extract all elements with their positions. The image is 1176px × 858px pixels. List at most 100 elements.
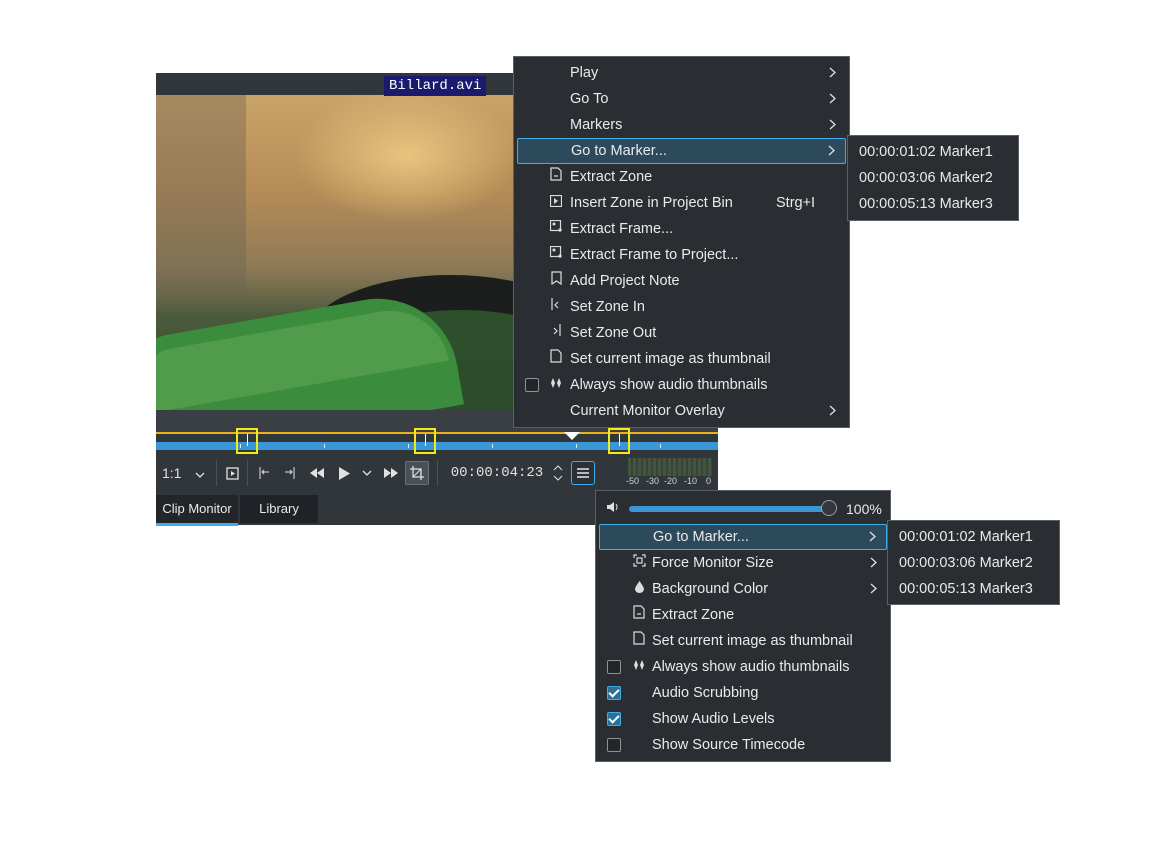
extract-zone-icon bbox=[548, 164, 564, 190]
audio-thumbnail-icon bbox=[631, 654, 647, 680]
checked-checkbox[interactable] bbox=[607, 686, 621, 700]
color-icon bbox=[631, 576, 647, 602]
crop-toggle-button[interactable] bbox=[405, 461, 429, 485]
zone-out-icon bbox=[285, 467, 295, 479]
menu-item-go-to-marker[interactable]: Go to Marker... bbox=[517, 138, 846, 164]
monitor-menu-button[interactable] bbox=[571, 461, 595, 485]
menu-item-label: Add Project Note bbox=[570, 273, 680, 289]
menu-item-label: Always show audio thumbnails bbox=[570, 377, 768, 393]
menu-item-force-monitor-size[interactable]: Force Monitor Size bbox=[599, 550, 887, 576]
menu-item-go-to-marker[interactable]: Go to Marker... bbox=[599, 524, 887, 550]
menu-item-label: Extract Frame to Project... bbox=[570, 247, 739, 263]
checked-checkbox[interactable] bbox=[607, 712, 621, 726]
menu-item-label: Background Color bbox=[652, 581, 769, 597]
play-options-dropdown[interactable] bbox=[357, 460, 377, 486]
rewind-button[interactable] bbox=[303, 460, 331, 486]
marker1-line[interactable] bbox=[247, 434, 248, 446]
chevron-right-icon bbox=[826, 60, 838, 86]
marker-item-2[interactable]: 00:00:03:06 Marker2 bbox=[891, 550, 1056, 576]
chevron-right-icon bbox=[866, 525, 878, 549]
video-background bbox=[156, 95, 246, 295]
menu-item-current-monitor-overlay[interactable]: Current Monitor Overlay bbox=[517, 398, 846, 424]
menu-item-label: Current Monitor Overlay bbox=[570, 403, 725, 419]
audio-scale-label: -30 bbox=[646, 476, 660, 486]
marker-item-label: 00:00:03:06 Marker2 bbox=[899, 555, 1033, 571]
tab-clip-monitor[interactable]: Clip Monitor bbox=[156, 495, 238, 526]
set-zone-in-button[interactable] bbox=[251, 460, 277, 486]
timecode-spinner[interactable] bbox=[553, 460, 563, 486]
menu-item-extract-frame[interactable]: Extract Frame... bbox=[517, 216, 846, 242]
playhead-triangle[interactable] bbox=[564, 432, 580, 440]
marker-item-3[interactable]: 00:00:05:13 Marker3 bbox=[851, 191, 1015, 217]
chevron-right-icon bbox=[867, 576, 879, 602]
ruler-tick bbox=[492, 444, 493, 448]
ruler-tick bbox=[660, 444, 661, 448]
timecode-field[interactable]: 00:00:04:23 bbox=[441, 460, 553, 486]
menu-item-insert-zone-in-project-bin[interactable]: Insert Zone in Project Bin Strg+I bbox=[517, 190, 846, 216]
set-zone-out-button[interactable] bbox=[277, 460, 303, 486]
menu-item-label: Extract Frame... bbox=[570, 221, 674, 237]
video-preview[interactable] bbox=[156, 95, 516, 410]
volume-row: 100% bbox=[599, 496, 887, 522]
extract-frame-project-icon bbox=[548, 242, 564, 268]
marker-item-3[interactable]: 00:00:05:13 Marker3 bbox=[891, 576, 1056, 602]
insert-zone-button[interactable] bbox=[220, 460, 244, 486]
thumbnail-icon bbox=[548, 346, 564, 372]
menu-item-markers[interactable]: Markers bbox=[517, 112, 846, 138]
menu-item-set-zone-out[interactable]: Set Zone Out bbox=[517, 320, 846, 346]
volume-slider-track[interactable] bbox=[629, 506, 831, 512]
chevron-right-icon bbox=[826, 86, 838, 112]
hamburger-menu-icon bbox=[577, 468, 589, 478]
menu-item-play[interactable]: Play bbox=[517, 60, 846, 86]
menu-item-always-show-audio-thumbnails[interactable]: Always show audio thumbnails bbox=[517, 372, 846, 398]
ruler-tick bbox=[576, 444, 577, 448]
monitor-size-icon bbox=[631, 550, 647, 576]
menu-item-label: Go to Marker... bbox=[653, 529, 749, 545]
toolbar-separator bbox=[216, 460, 217, 486]
play-button[interactable] bbox=[331, 460, 357, 486]
unchecked-checkbox[interactable] bbox=[525, 378, 539, 392]
menu-item-label: Set Zone In bbox=[570, 299, 645, 315]
toolbar-separator bbox=[247, 460, 248, 486]
unchecked-checkbox[interactable] bbox=[607, 738, 621, 752]
unchecked-checkbox[interactable] bbox=[607, 660, 621, 674]
menu-item-extract-zone[interactable]: Extract Zone bbox=[599, 602, 887, 628]
menu-item-show-source-timecode[interactable]: Show Source Timecode bbox=[599, 732, 887, 758]
menu-item-label: Force Monitor Size bbox=[652, 555, 774, 571]
marker-item-label: 00:00:01:02 Marker1 bbox=[859, 144, 993, 160]
menu-item-extract-zone[interactable]: Extract Zone bbox=[517, 164, 846, 190]
forward-button[interactable] bbox=[377, 460, 405, 486]
menu-item-label: Extract Zone bbox=[570, 169, 653, 185]
menu-item-always-show-audio-thumbnails[interactable]: Always show audio thumbnails bbox=[599, 654, 887, 680]
play-icon bbox=[339, 466, 350, 480]
thumbnail-icon bbox=[631, 628, 647, 654]
menu-item-set-current-image-as-thumbnail[interactable]: Set current image as thumbnail bbox=[517, 346, 846, 372]
chevron-right-icon bbox=[826, 398, 838, 424]
menu-item-label: Audio Scrubbing bbox=[652, 685, 759, 701]
menu-item-set-current-image-as-thumbnail[interactable]: Set current image as thumbnail bbox=[599, 628, 887, 654]
crop-icon bbox=[410, 466, 424, 480]
menu-item-extract-frame-to-project[interactable]: Extract Frame to Project... bbox=[517, 242, 846, 268]
menu-item-label: Insert Zone in Project Bin bbox=[570, 195, 733, 211]
zone-in-icon bbox=[548, 294, 564, 320]
marker2-line[interactable] bbox=[425, 434, 426, 446]
speaker-icon bbox=[605, 500, 619, 518]
menu-item-add-project-note[interactable]: Add Project Note bbox=[517, 268, 846, 294]
volume-value: 100% bbox=[846, 501, 882, 517]
menu-item-background-color[interactable]: Background Color bbox=[599, 576, 887, 602]
menu-item-go-to[interactable]: Go To bbox=[517, 86, 846, 112]
zoom-select[interactable]: 1:1 bbox=[162, 460, 205, 486]
menu-item-label: Play bbox=[570, 65, 599, 81]
menu-item-label: Set current image as thumbnail bbox=[570, 351, 771, 367]
menu-item-set-zone-in[interactable]: Set Zone In bbox=[517, 294, 846, 320]
menu-item-show-audio-levels[interactable]: Show Audio Levels bbox=[599, 706, 887, 732]
ruler-tick bbox=[408, 444, 409, 448]
marker-item-1[interactable]: 00:00:01:02 Marker1 bbox=[851, 139, 1015, 165]
tab-library[interactable]: Library bbox=[240, 495, 318, 523]
marker3-line[interactable] bbox=[619, 434, 620, 446]
volume-slider-handle[interactable] bbox=[821, 500, 837, 516]
marker-item-1[interactable]: 00:00:01:02 Marker1 bbox=[891, 524, 1056, 550]
monitor-options-menu: 100% Go to Marker... Force Monitor Size Ba… bbox=[595, 490, 891, 762]
marker-item-2[interactable]: 00:00:03:06 Marker2 bbox=[851, 165, 1015, 191]
menu-item-audio-scrubbing[interactable]: Audio Scrubbing bbox=[599, 680, 887, 706]
